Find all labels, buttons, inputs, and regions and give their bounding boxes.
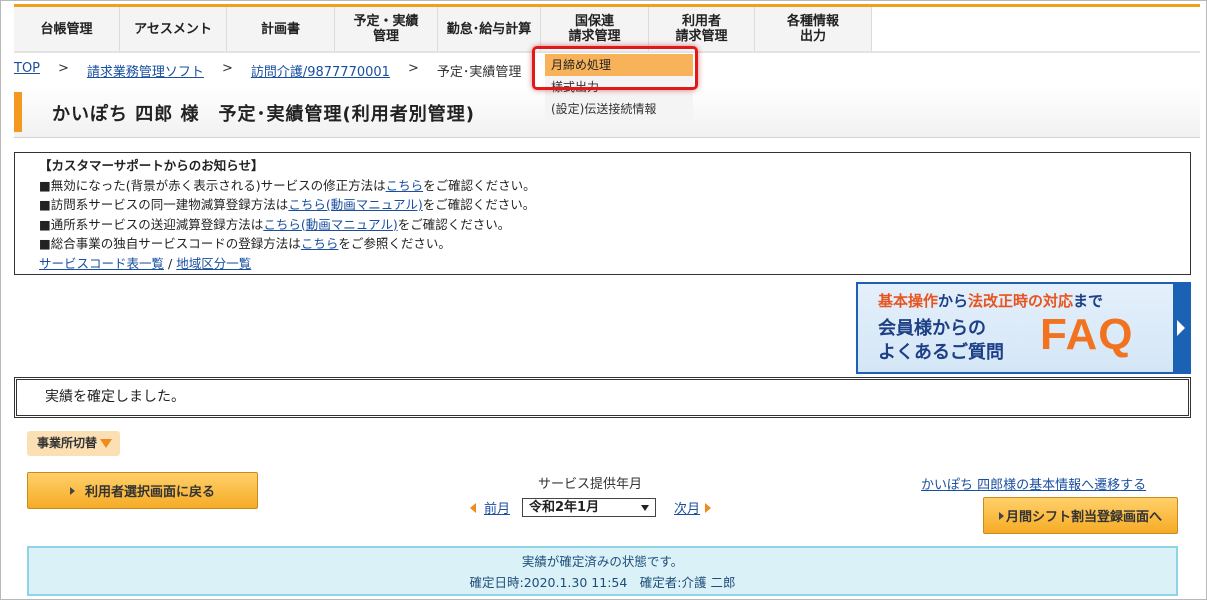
main-nav: 台帳管理 アセスメント 計画書 予定・実績 管理 勤怠･給与計算 国保連 請求管… [14,7,872,51]
notice-link[interactable]: こちら(動画マニュアル) [263,217,397,232]
faq-banner[interactable]: 基本操作から法改正時の対応まで 会員様からの よくあるご質問 FAQ [856,282,1191,374]
faq-text: まで [1073,292,1104,310]
nav-item-schedule-record[interactable]: 予定・実績 管理 [335,7,438,51]
next-month-link[interactable]: 次月 [674,498,700,517]
highlight-annotation-box [532,46,698,90]
status-confirm-info: 確定日時:2020.1.30 11:54 確定者:介護 二郎 [469,575,736,590]
faq-banner-logo-text: FAQ [1040,310,1134,359]
shift-button-label: 月間シフト割当登録画面へ [1005,510,1162,525]
back-to-user-select-button[interactable]: 利用者選択画面に戻る [27,472,258,509]
triangle-right-icon [705,502,712,513]
chevron-right-icon [1173,284,1189,372]
triangle-right-icon [69,486,75,495]
triangle-down-icon [100,439,113,448]
menu-item-transmission-settings[interactable]: (設定)伝送接続情報 [545,98,693,120]
notice-heading: 【カスタマーサポートからのお知らせ】 [39,158,264,173]
nav-item-plan[interactable]: 計画書 [227,7,335,51]
nav-item-ledger[interactable]: 台帳管理 [14,7,120,51]
status-line: 実績が確定済みの状態です。 [521,554,684,569]
page-title-accent [14,92,22,132]
faq-text: 基本操作 [878,292,939,310]
prev-month-link[interactable]: 前月 [484,498,510,517]
confirmed-status-panel: 実績が確定済みの状態です。 確定日時:2020.1.30 11:54 確定者:介… [27,546,1178,596]
faq-banner-subtitle: 会員様からの よくあるご質問 [878,318,1004,363]
breadcrumb-separator: > [221,61,233,76]
faq-text: 法改正時の対応 [968,292,1074,310]
breadcrumb-top-link[interactable]: TOP [14,61,40,80]
notice-link[interactable]: こちら [301,236,339,251]
back-button-label: 利用者選択画面に戻る [84,485,215,500]
notice-footer-links: サービスコード表一覧 / 地域区分一覧 [39,254,1166,274]
breadcrumb-home-care-link[interactable]: 訪問介護/9877770001 [251,61,390,80]
month-select[interactable]: 令和2年1月 [522,498,657,517]
breadcrumb-billing-soft-link[interactable]: 請求業務管理ソフト [87,61,204,80]
notice-text: をご確認ください。 [422,197,536,212]
month-select-value: 令和2年1月 [529,500,600,515]
confirmation-message: 実績を確定しました。 [14,377,1191,418]
notice-line: ■通所系サービスの送迎減算登録方法はこちら(動画マニュアル)をご確認ください。 [39,215,1166,235]
nav-item-user-billing[interactable]: 利用者 請求管理 [649,7,755,51]
notice-link[interactable]: こちら [386,178,424,193]
notice-text: ■無効になった(背景が赤く表示される)サービスの修正方法は [39,177,386,193]
triangle-right-icon [998,511,1004,520]
page-title: かいぽち 四郎 様 予定･実績管理(利用者別管理) [52,104,475,125]
chevron-down-icon [641,505,650,511]
office-switch-label: 事業所切替 [37,436,98,450]
footer-separator: / [168,255,173,271]
office-switch-button[interactable]: 事業所切替 [27,431,121,456]
notice-line: ■無効になった(背景が赤く表示される)サービスの修正方法はこちらをご確認ください… [39,176,1166,196]
breadcrumb-current: 予定･実績管理 [436,65,522,80]
service-code-list-link[interactable]: サービスコード表一覧 [39,256,164,271]
triangle-left-icon [470,502,476,513]
faq-text: から [938,292,969,310]
nav-item-assessment[interactable]: アセスメント [120,7,227,51]
notice-line: ■総合事業の独自サービスコードの登録方法はこちらをご参照ください。 [39,234,1166,254]
nav-item-nhi-billing[interactable]: 国保連 請求管理 [541,7,649,51]
notice-text: ■通所系サービスの送迎減算登録方法は [39,216,264,232]
monthly-shift-button[interactable]: 月間シフト割当登録画面へ [983,497,1178,534]
breadcrumb: TOP > 請求業務管理ソフト > 訪問介護/9877770001 > 予定･実… [14,61,521,80]
notice-text: をご確認ください。 [397,216,511,232]
nav-item-attendance-payroll[interactable]: 勤怠･給与計算 [438,7,541,51]
support-notice-box: 【カスタマーサポートからのお知らせ】 ■無効になった(背景が赤く表示される)サー… [14,152,1191,275]
notice-text: をご確認ください。 [423,177,536,193]
notice-text: ■訪問系サービスの同一建物減算登録方法は [39,197,289,212]
breadcrumb-separator: > [407,61,419,76]
nav-item-info-output[interactable]: 各種情報 出力 [755,7,872,51]
month-navigator: 前月 令和2年1月 次月 [470,498,712,517]
breadcrumb-separator: > [58,61,69,76]
region-class-list-link[interactable]: 地域区分一覧 [176,256,251,271]
notice-text: をご参照ください。 [338,236,451,251]
notice-text: ■総合事業の独自サービスコードの登録方法は [39,236,301,251]
service-month-label: サービス提供年月 [538,477,643,492]
faq-banner-headline: 基本操作から法改正時の対応まで [878,290,1103,311]
notice-line: ■訪問系サービスの同一建物減算登録方法はこちら(動画マニュアル)をご確認ください… [39,195,1166,215]
basic-info-link[interactable]: かいぽち 四郎様の基本情報へ遷移する [921,474,1146,493]
notice-link[interactable]: こちら(動画マニュアル) [288,197,422,212]
